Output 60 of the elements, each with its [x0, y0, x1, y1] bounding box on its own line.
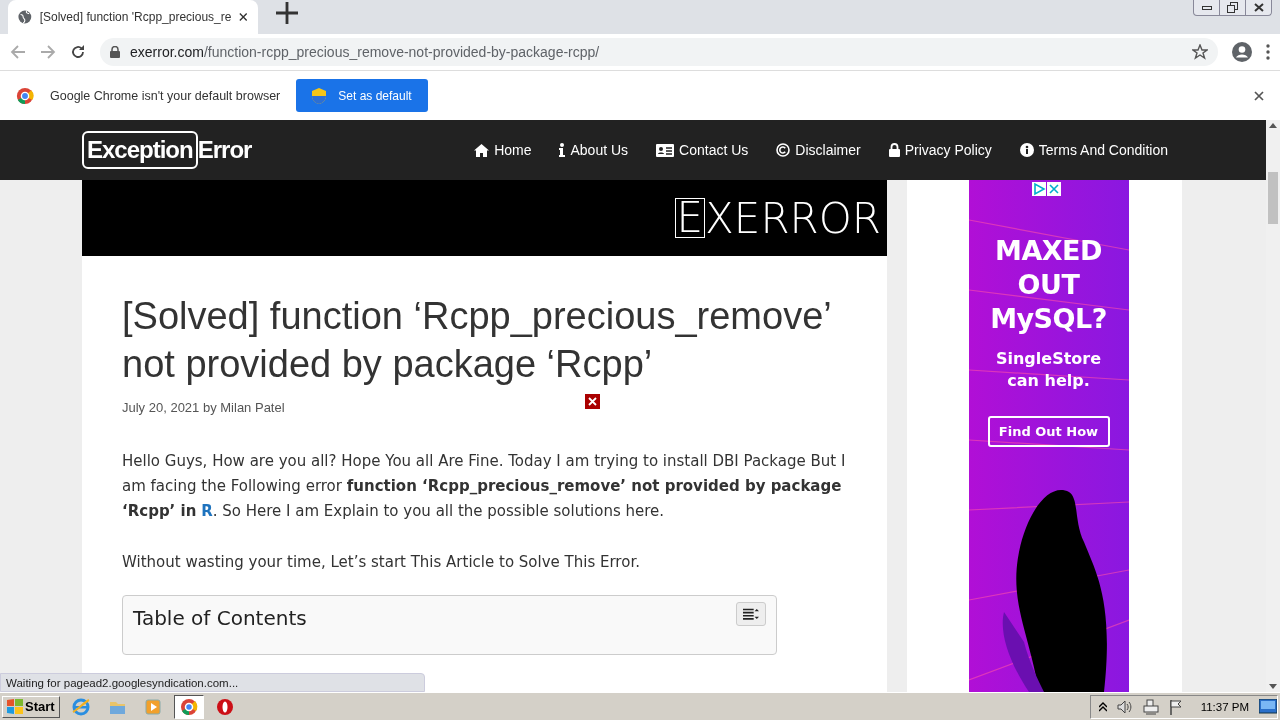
app-icon	[70, 696, 91, 717]
chevron-up-icon[interactable]	[1098, 701, 1107, 712]
lock-icon	[888, 143, 900, 157]
home-icon	[474, 143, 490, 157]
toc-title: Table of Contents	[133, 606, 307, 632]
network-icon[interactable]	[1142, 698, 1159, 715]
shield-icon	[312, 87, 327, 104]
flag-icon[interactable]	[1168, 698, 1183, 715]
scroll-thumb[interactable]	[1268, 172, 1278, 224]
speaker-icon[interactable]	[1116, 699, 1133, 714]
scrollbar[interactable]	[1266, 120, 1280, 692]
nav-link[interactable]: About Us	[559, 142, 629, 158]
lock-icon	[110, 46, 120, 58]
star-icon[interactable]	[1192, 44, 1208, 60]
copyright-icon	[776, 143, 791, 157]
address-bar[interactable]: exerror.com/function-rcpp_precious_remove-not-provided-by-package-rcpp/	[100, 38, 1218, 66]
close-icon[interactable]	[1254, 90, 1264, 101]
set-default-button[interactable]: Set as default	[296, 79, 428, 112]
ad-choices-icon[interactable]	[1032, 182, 1046, 196]
start-button[interactable]: Start	[2, 695, 60, 718]
app-icon	[178, 696, 199, 717]
scroll-down-icon[interactable]	[1269, 684, 1277, 689]
browser-tab[interactable]: [Solved] function 'Rcpp_precious_re	[8, 0, 258, 34]
broken-image-icon	[585, 394, 600, 409]
find-out-button[interactable]: Find Out How	[987, 416, 1110, 447]
show-desktop-icon[interactable]	[1259, 698, 1277, 715]
app-icon	[214, 696, 235, 717]
nav-link[interactable]: Home	[474, 142, 532, 158]
nav-link[interactable]: Disclaimer	[776, 142, 861, 158]
article-byline: July 20, 2021 by Milan Patel	[122, 400, 285, 415]
info-icon	[1019, 143, 1034, 157]
status-bubble: Waiting for pagead2.googlesyndication.com...	[0, 673, 425, 692]
scroll-up-icon[interactable]	[1269, 123, 1277, 128]
banner-logo: EXERROR	[82, 180, 887, 256]
contact-card-icon	[656, 143, 675, 157]
minimize-icon	[1201, 5, 1212, 10]
list-icon	[743, 608, 759, 620]
chrome-icon	[16, 86, 34, 105]
play-icon	[142, 696, 163, 717]
profile-icon[interactable]	[1232, 42, 1252, 62]
toc-toggle-button[interactable]	[736, 602, 766, 626]
windows-logo-icon	[7, 699, 23, 714]
nav-link[interactable]: Contact Us	[656, 142, 749, 158]
taskbar-app-button[interactable]	[173, 694, 204, 719]
nav-link[interactable]: Privacy Policy	[888, 142, 992, 158]
globe-icon	[18, 9, 32, 25]
ad-subtitle: SingleStore can help.	[995, 348, 1102, 392]
nav-link[interactable]: Terms And Condition	[1019, 142, 1168, 158]
article-title: [Solved] function ‘Rcpp_precious_remove’ not provided by package ‘Rcpp’	[122, 294, 832, 387]
intro-paragraph: Hello Guys, How are you all? Hope You all Are Fine. Today I am trying to install DBI Package But I am facing the Following error function ‘Rcpp_precious_remove’ not provided by package ‘Rcpp’ in R. So Here I am Explain to you all the possible solutions here.	[122, 451, 847, 522]
clock[interactable]: 11:37 PM	[1200, 700, 1249, 713]
infobar-message: Google Chrome isn't your default browser	[50, 88, 281, 103]
info-icon	[559, 143, 566, 157]
close-icon	[1253, 3, 1264, 12]
r-link[interactable]: R	[201, 502, 213, 520]
close-icon[interactable]	[239, 12, 248, 22]
ad-headline: MAXED OUT MySQL?	[990, 234, 1107, 336]
menu-icon[interactable]	[1266, 44, 1270, 60]
lead-paragraph: Without wasting your time, Let’s start This Article to Solve This Error.	[122, 552, 641, 573]
reload-icon[interactable]	[70, 44, 86, 60]
